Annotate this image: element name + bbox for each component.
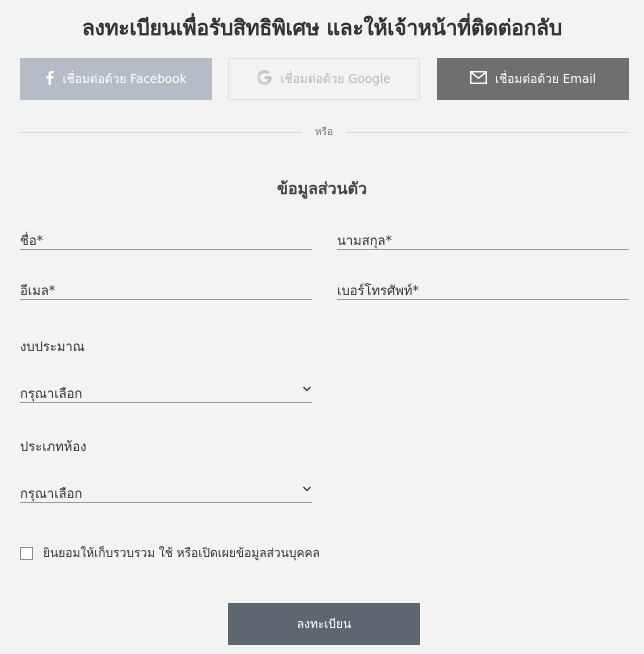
chevron-down-icon	[302, 381, 312, 397]
budget-select-value: กรุณาเลือก	[20, 387, 83, 402]
social-login-row: เชื่อมต่อด้วย Facebook เชื่อมต่อด้วย Goo…	[20, 58, 629, 100]
email-login-button[interactable]: เชื่อมต่อด้วย Email	[437, 58, 629, 100]
first-name-placeholder: ชื่อ*	[20, 234, 44, 249]
email-login-label: เชื่อมต่อด้วย Email	[494, 71, 597, 86]
room-type-select-value: กรุณาเลือก	[20, 487, 83, 502]
phone-placeholder: เบอร์โทรศัพท์*	[337, 284, 419, 299]
facebook-login-label: เชื่อมต่อด้วย Facebook	[62, 71, 187, 86]
divider-line-left	[20, 132, 302, 133]
chevron-down-icon	[302, 481, 312, 497]
consent-text: ยินยอมให้เก็บรวบรวม ใช้ หรือเปิดเผยข้อมู…	[43, 545, 320, 560]
section-title: ข้อมูลส่วนตัว	[277, 179, 367, 198]
last-name-field[interactable]: นามสกุล*	[337, 228, 629, 250]
room-type-label: ประเภทห้อง	[20, 440, 87, 455]
phone-field[interactable]: เบอร์โทรศัพท์*	[337, 278, 629, 300]
register-button-label: ลงทะเบียน	[296, 616, 352, 631]
mail-icon	[470, 71, 487, 87]
page-title: ลงทะเบียนเพื่อรับสิทธิพิเศษ และให้เจ้าหน…	[82, 16, 562, 40]
budget-label: งบประมาณ	[20, 340, 85, 355]
facebook-icon	[45, 70, 55, 88]
or-divider: หรือ	[20, 127, 628, 138]
budget-select[interactable]: กรุณาเลือก	[20, 381, 312, 403]
consent-checkbox[interactable]	[20, 546, 33, 560]
consent-row: ยินยอมให้เก็บรวบรวม ใช้ หรือเปิดเผยข้อมู…	[20, 545, 320, 561]
room-type-select[interactable]: กรุณาเลือก	[20, 481, 312, 503]
last-name-placeholder: นามสกุล*	[337, 234, 393, 249]
divider-line-right	[346, 132, 628, 133]
google-login-button[interactable]: เชื่อมต่อด้วย Google	[228, 58, 420, 100]
google-icon	[257, 70, 272, 88]
facebook-login-button[interactable]: เชื่อมต่อด้วย Facebook	[20, 58, 212, 100]
first-name-field[interactable]: ชื่อ*	[20, 228, 312, 250]
email-placeholder: อีเมล*	[20, 284, 56, 299]
or-text: หรือ	[315, 127, 333, 138]
email-field[interactable]: อีเมล*	[20, 278, 312, 300]
register-button[interactable]: ลงทะเบียน	[228, 603, 420, 645]
google-login-label: เชื่อมต่อด้วย Google	[280, 71, 391, 86]
